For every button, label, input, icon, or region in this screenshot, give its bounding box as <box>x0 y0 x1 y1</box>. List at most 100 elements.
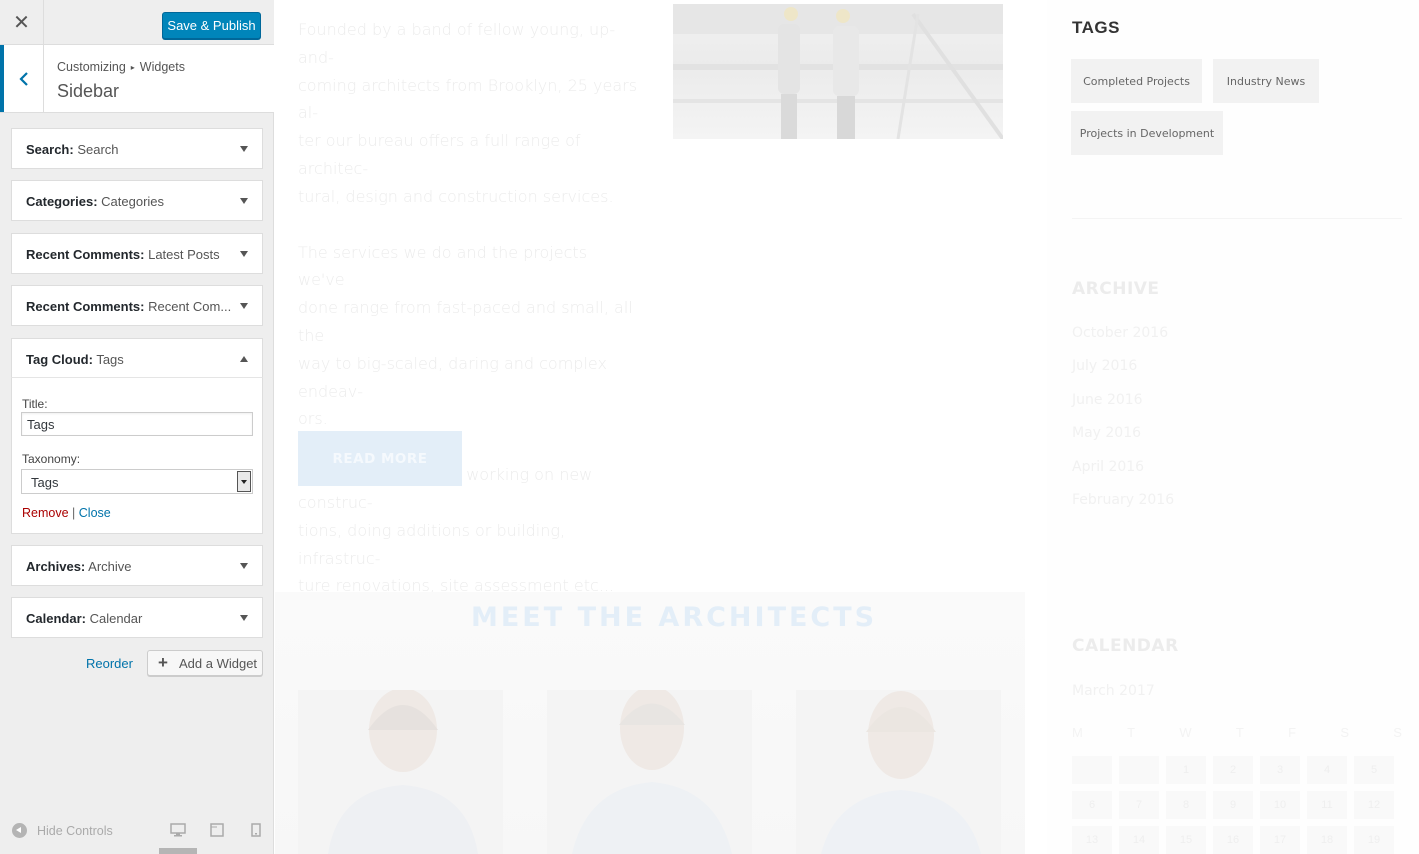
taxonomy-label: Taxonomy: <box>22 452 81 466</box>
archive-link[interactable]: February 2016 <box>1072 492 1174 508</box>
save-publish-button[interactable]: Save & Publish <box>162 12 261 39</box>
chevron-left-icon <box>18 71 28 86</box>
architect-photo[interactable] <box>547 690 752 854</box>
widget-title: Calendar <box>89 611 143 626</box>
widget-type: Recent Comments: <box>26 247 145 262</box>
section-title: Sidebar <box>57 81 120 101</box>
calendar-day: 12 <box>1354 791 1394 819</box>
architect-photo[interactable] <box>796 690 1001 854</box>
widget-recent-comments-latest[interactable]: Recent Comments: Latest Posts <box>11 233 263 274</box>
chevron-down-icon[interactable] <box>240 251 248 257</box>
tag-link[interactable]: Completed Projects <box>1071 59 1202 103</box>
add-widget-label: Add a Widget <box>179 656 258 671</box>
archive-link[interactable]: April 2016 <box>1072 459 1144 475</box>
architect-photo[interactable] <box>298 690 503 854</box>
archive-link[interactable]: May 2016 <box>1072 425 1141 441</box>
remove-widget-link[interactable]: Remove <box>22 506 69 520</box>
intro-line: The services we do and the projects we'v… <box>298 242 588 290</box>
widget-categories[interactable]: Categories: Categories <box>11 180 263 221</box>
chevron-down-icon[interactable] <box>237 471 251 492</box>
archive-link[interactable]: October 2016 <box>1072 325 1168 341</box>
architect-portrait <box>821 691 981 854</box>
divider <box>1072 218 1402 219</box>
widget-title: Archive <box>88 559 132 574</box>
desktop-icon[interactable] <box>170 823 186 837</box>
archive-link[interactable]: July 2016 <box>1072 358 1137 374</box>
close-widget-link[interactable]: Close <box>79 506 111 520</box>
chevron-down-icon[interactable] <box>240 198 248 204</box>
close-icon: ✕ <box>13 12 30 34</box>
architect-portrait <box>328 690 478 854</box>
architect-portrait <box>572 690 732 854</box>
reorder-link[interactable]: Reorder <box>86 656 133 671</box>
calendar-day: 19 <box>1354 826 1394 854</box>
tablet-icon[interactable] <box>209 823 225 837</box>
calendar-day: 7 <box>1119 791 1159 819</box>
calendar-day: 1 <box>1166 756 1206 784</box>
weekday: T <box>1235 725 1244 740</box>
widget-search[interactable]: Search: Search <box>11 128 263 169</box>
widget-type: Tag Cloud: <box>26 352 93 367</box>
widget-title: Tags <box>96 352 124 367</box>
add-widget-button[interactable]: + Add a Widget <box>147 650 263 676</box>
site-preview[interactable]: Founded by a band of fellow young, up-an… <box>275 0 1419 854</box>
customizer-header: ✕ Save & Publish <box>0 0 274 45</box>
mobile-icon[interactable] <box>248 823 264 837</box>
title-field[interactable] <box>21 412 253 436</box>
widget-calendar[interactable]: Calendar: Calendar <box>11 597 263 638</box>
widget-archives[interactable]: Archives: Archive <box>11 545 263 586</box>
chevron-down-icon[interactable] <box>240 303 248 309</box>
chevron-down-icon[interactable] <box>240 146 248 152</box>
calendar-row: 13 14 15 16 17 18 19 <box>1072 826 1412 854</box>
hide-controls-button[interactable]: Hide Controls <box>12 823 113 838</box>
calendar-day: 14 <box>1119 826 1159 854</box>
breadcrumb: Customizing ▸ Widgets <box>57 60 185 74</box>
active-device-indicator <box>159 848 197 854</box>
construction-photo-image <box>673 4 1003 139</box>
weekday: M <box>1072 725 1083 740</box>
calendar-row: 6 7 8 9 10 11 12 <box>1072 791 1412 821</box>
chevron-up-icon[interactable] <box>240 356 248 362</box>
intro-line: tions, doing additions or building, infr… <box>298 520 566 568</box>
taxonomy-select[interactable]: Tags <box>21 469 253 494</box>
calendar-day: 3 <box>1260 756 1300 784</box>
weekday: F <box>1288 725 1297 740</box>
close-customizer-button[interactable]: ✕ <box>0 0 44 45</box>
breadcrumb-root: Customizing <box>57 60 126 74</box>
intro-line: tural, design and construction services. <box>298 186 614 206</box>
widget-type: Calendar: <box>26 611 86 626</box>
tag-link[interactable]: Industry News <box>1213 59 1319 103</box>
taxonomy-selected-value: Tags <box>31 475 59 490</box>
calendar-weekdays: M T W T F S S <box>1072 725 1402 740</box>
plus-icon: + <box>158 653 168 672</box>
calendar-day <box>1119 756 1159 784</box>
widget-tag-cloud[interactable]: Tag Cloud: Tags <box>11 338 263 379</box>
read-more-button[interactable]: READ MORE <box>298 431 462 486</box>
meet-architects-heading: MEET THE ARCHITECTS <box>471 602 878 633</box>
widget-type: Archives: <box>26 559 86 574</box>
collapse-arrow-icon <box>12 823 27 838</box>
chevron-down-icon[interactable] <box>240 615 248 621</box>
customizer-panel: ✕ Save & Publish Customizing ▸ Widgets Sid… <box>0 0 274 854</box>
tag-link[interactable]: Projects in Development <box>1071 111 1223 155</box>
section-header: Customizing ▸ Widgets Sidebar <box>0 45 274 113</box>
calendar-heading: CALENDAR <box>1072 636 1179 656</box>
widget-title: Latest Posts <box>148 247 220 262</box>
calendar-row: 1 2 3 4 5 <box>1072 756 1412 786</box>
widget-recent-comments[interactable]: Recent Comments: Recent Com... <box>11 285 263 326</box>
intro-line: ors. <box>298 409 328 429</box>
back-button[interactable] <box>0 45 44 112</box>
weekday: T <box>1127 725 1136 740</box>
calendar-day: 8 <box>1166 791 1206 819</box>
tag-cloud-form: Title: Taxonomy: Tags Remove | Close <box>11 377 263 534</box>
intro-line: way to big-scaled, daring and complex en… <box>298 353 607 401</box>
calendar-day: 17 <box>1260 826 1300 854</box>
intro-spacer <box>298 211 638 239</box>
intro-line: done range from fast-paced and small, al… <box>298 298 633 345</box>
widget-type: Recent Comments: <box>26 299 145 314</box>
widget-type: Search: <box>26 142 74 157</box>
customizer-footer: Hide Controls <box>0 812 274 854</box>
calendar-day: 15 <box>1166 826 1206 854</box>
archive-link[interactable]: June 2016 <box>1072 392 1143 408</box>
chevron-down-icon[interactable] <box>240 563 248 569</box>
